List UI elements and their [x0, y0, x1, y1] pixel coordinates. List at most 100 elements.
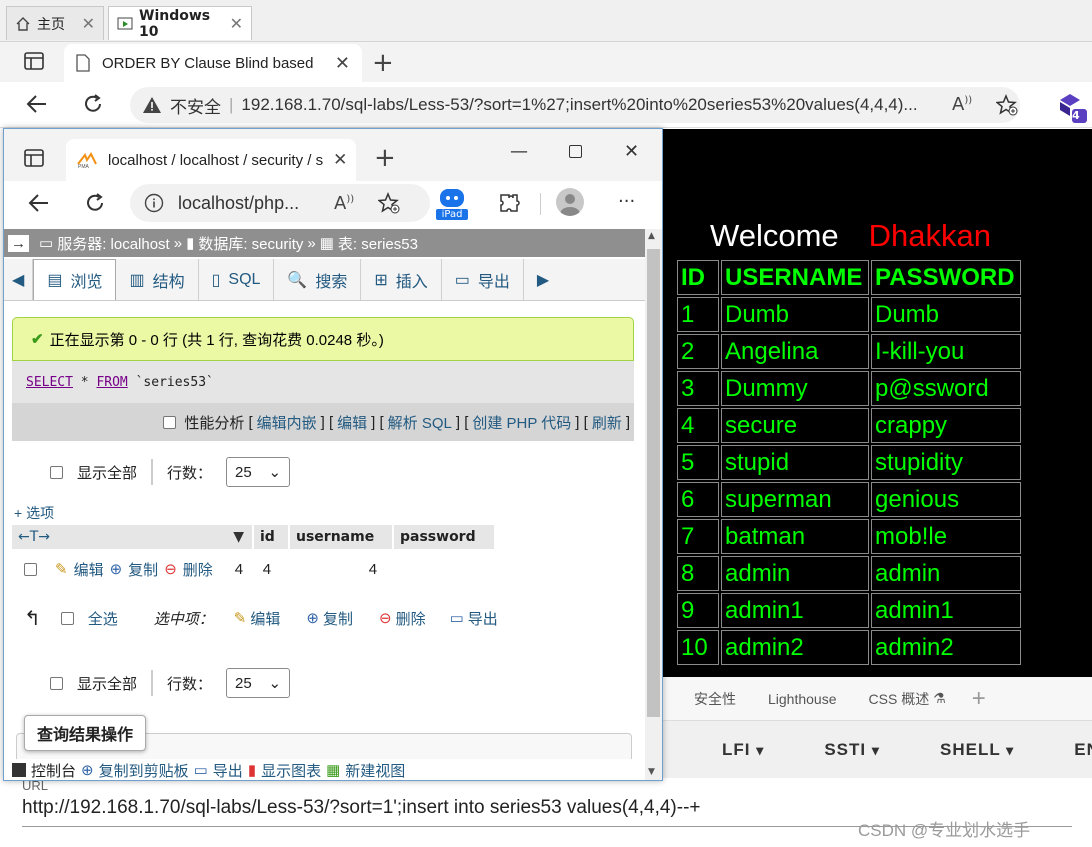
console-label[interactable]: 控制台	[31, 760, 76, 781]
view-icon: ▦	[326, 762, 341, 779]
ipad-icon[interactable]: iPad	[436, 187, 468, 221]
column-id[interactable]: id	[254, 525, 288, 549]
copy-icon: ⊕	[81, 762, 94, 779]
back-icon[interactable]	[28, 193, 50, 213]
select-all-checkbox[interactable]	[60, 611, 74, 625]
outer-active-tab[interactable]: ORDER BY Clause Blind based ✕	[64, 44, 362, 82]
back-icon[interactable]	[26, 94, 48, 114]
hackbar-shell[interactable]: SHELL ▾	[910, 740, 1014, 760]
row-edit-link[interactable]: 编辑	[74, 559, 104, 580]
scrollbar-thumb[interactable]	[647, 249, 660, 717]
bulk-export-button[interactable]: 导出	[468, 608, 498, 629]
vm-tab-home[interactable]: 主页 ✕	[6, 6, 104, 40]
edit-link[interactable]: 编辑	[337, 412, 367, 433]
favorite-add-icon[interactable]	[996, 94, 1018, 116]
sql-keyword[interactable]: FROM	[96, 375, 127, 390]
tab-browse[interactable]: ▤ 浏览	[33, 259, 117, 300]
extensions-icon[interactable]	[498, 192, 520, 214]
options-toggle[interactable]: + 选项	[14, 503, 54, 523]
devtools-tab-css-overview[interactable]: CSS 概述	[869, 689, 930, 709]
read-aloud-icon[interactable]: A))	[334, 193, 354, 214]
add-tab-icon[interactable]: +	[972, 685, 986, 713]
table-row: 5 stupid stupidity	[677, 445, 1021, 480]
devtools-tab-lighthouse[interactable]: Lighthouse	[768, 691, 837, 707]
rows-select[interactable]: 25 ⌄	[226, 668, 291, 698]
close-icon[interactable]: ✕	[333, 150, 347, 170]
table-row: 8 admin admin	[677, 556, 1021, 591]
tab-search[interactable]: 🔍 搜索	[274, 259, 362, 300]
bulk-delete-button[interactable]: 删除	[396, 608, 426, 629]
welcome-name: Dhakkan	[868, 218, 991, 253]
copy-to-clipboard-link[interactable]: 复制到剪贴板	[99, 760, 189, 781]
rows-select[interactable]: 25 ⌄	[226, 457, 291, 487]
display-chart-link[interactable]: 显示图表	[261, 760, 321, 781]
read-aloud-icon[interactable]: A))	[952, 94, 972, 115]
sql-keyword[interactable]: SELECT	[26, 375, 73, 390]
tab-actions-icon[interactable]	[24, 52, 44, 70]
profiling-checkbox[interactable]	[163, 415, 177, 429]
sort-dropdown-icon[interactable]: ▼	[233, 529, 244, 545]
refresh-icon[interactable]	[84, 192, 106, 214]
breadcrumb-table[interactable]: 表: series53	[338, 233, 418, 254]
nav-scroll-right[interactable]: ▶	[524, 259, 562, 300]
create-view-link[interactable]: 新建视图	[345, 760, 405, 781]
close-icon[interactable]: ✕	[230, 14, 243, 33]
breadcrumb-database[interactable]: 数据库: security	[198, 233, 303, 254]
bulk-edit-button[interactable]: 编辑	[250, 608, 280, 629]
cell-username: admin	[721, 556, 869, 591]
sql-actions-bar: 性能分析 [编辑内嵌] [ 编辑] [ 解析 SQL] [ 创建 PHP 代码]…	[12, 403, 634, 441]
column-arrows[interactable]: ←T→ ▼	[12, 525, 252, 549]
export-link[interactable]: 导出	[213, 760, 243, 781]
devtools-tab-security[interactable]: 安全性	[694, 689, 736, 709]
show-all-checkbox[interactable]	[50, 465, 63, 479]
console-icon[interactable]	[12, 763, 26, 777]
row-delete-link[interactable]: 删除	[183, 559, 213, 580]
hackbar-lfi[interactable]: LFI ▾	[692, 740, 764, 760]
refresh-icon[interactable]	[82, 93, 104, 115]
collapse-arrow-icon[interactable]: →	[8, 234, 29, 252]
window-close-button[interactable]: ✕	[624, 141, 639, 162]
database-icon: ▮	[186, 235, 195, 252]
hackbar-encode[interactable]: ENCOD	[1044, 740, 1092, 760]
tab-actions-icon[interactable]	[24, 149, 44, 167]
nav-scroll-left[interactable]: ◀	[4, 259, 34, 300]
edit-inline-link[interactable]: 编辑内嵌	[257, 412, 317, 433]
close-icon[interactable]: ✕	[335, 53, 350, 74]
scroll-down-icon[interactable]: ▼	[648, 767, 655, 777]
new-tab-button[interactable]: +	[374, 143, 396, 173]
new-tab-button[interactable]: +	[372, 48, 394, 78]
url-field[interactable]: http://192.168.1.70/sql-labs/Less-53/?so…	[22, 797, 701, 819]
breadcrumb-sep: »	[173, 234, 183, 252]
show-all-checkbox[interactable]	[50, 676, 63, 690]
scroll-up-icon[interactable]: ▲	[648, 231, 655, 241]
arrows-icon: ←T→	[18, 529, 51, 545]
row-copy-link[interactable]: 复制	[128, 559, 158, 580]
vm-tab-windows[interactable]: Windows 10 ✕	[108, 6, 252, 40]
refresh-link[interactable]: 刷新	[592, 412, 622, 433]
row-checkbox[interactable]	[24, 562, 37, 576]
select-all-label[interactable]: 全选	[88, 608, 118, 629]
minimize-button[interactable]: —	[510, 141, 528, 162]
tab-insert[interactable]: ⊞ 插入	[361, 259, 442, 300]
explain-sql-link[interactable]: 解析 SQL	[388, 412, 452, 433]
more-icon[interactable]: ···	[618, 191, 635, 212]
create-php-link[interactable]: 创建 PHP 代码	[472, 412, 571, 433]
tab-export[interactable]: ▭ 导出	[442, 259, 524, 300]
pencil-icon: ✎	[55, 561, 68, 578]
inner-active-tab[interactable]: PMA localhost / localhost / security / s…	[66, 139, 356, 181]
hackbar-ssti[interactable]: SSTI ▾	[794, 740, 880, 760]
breadcrumb-server[interactable]: 服务器: localhost	[57, 233, 170, 254]
favorite-add-icon[interactable]	[378, 192, 400, 214]
column-username[interactable]: username	[290, 525, 392, 549]
tab-sql[interactable]: ▯ SQL	[199, 259, 275, 300]
cell-username: Dummy	[721, 371, 869, 406]
close-icon[interactable]: ✕	[82, 14, 95, 33]
avatar[interactable]	[556, 188, 584, 216]
outer-address-bar[interactable]: 不安全 | 192.168.1.70/sql-labs/Less-53/?sor…	[130, 87, 1020, 123]
column-password[interactable]: password	[394, 525, 494, 549]
cell-password: admin2	[871, 630, 1021, 665]
tab-structure[interactable]: ▥ 结构	[116, 259, 199, 300]
maximize-button[interactable]	[569, 145, 582, 158]
cell-password: genious	[871, 482, 1021, 517]
bulk-copy-button[interactable]: 复制	[323, 608, 353, 629]
